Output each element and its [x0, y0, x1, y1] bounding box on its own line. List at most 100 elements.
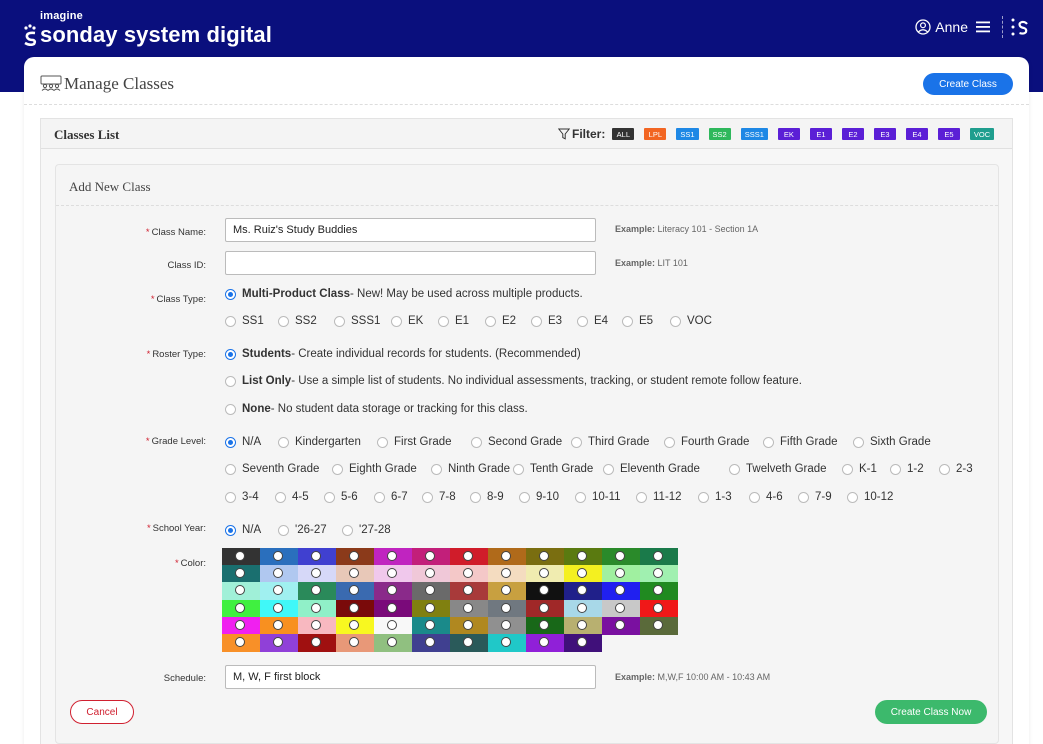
- color-radio[interactable]: [577, 637, 587, 647]
- color-swatch[interactable]: [336, 548, 374, 566]
- radio-selected[interactable]: [225, 348, 236, 360]
- class-name-input[interactable]: Ms. Ruiz's Study Buddies: [225, 218, 596, 242]
- color-radio[interactable]: [577, 585, 587, 596]
- color-radio[interactable]: [273, 637, 283, 647]
- color-radio[interactable]: [539, 619, 549, 630]
- grade-3-4[interactable]: 3-4: [225, 491, 259, 503]
- product-ss2[interactable]: SS2: [278, 315, 317, 327]
- roster-option-list-only[interactable]: List Only - Use a simple list of student…: [225, 375, 802, 387]
- color-radio[interactable]: [349, 637, 359, 647]
- color-swatch[interactable]: [526, 548, 564, 566]
- color-swatch[interactable]: [260, 582, 298, 601]
- color-radio[interactable]: [235, 602, 245, 613]
- color-radio[interactable]: [311, 551, 321, 561]
- color-swatch[interactable]: [488, 548, 526, 566]
- filter-tag-ss2[interactable]: SS2: [708, 128, 731, 140]
- product-e2[interactable]: E2: [485, 315, 516, 327]
- radio[interactable]: [391, 315, 402, 327]
- color-swatch[interactable]: [222, 599, 260, 618]
- color-swatch[interactable]: [602, 599, 640, 618]
- color-swatch[interactable]: [450, 565, 488, 584]
- color-swatch[interactable]: [222, 616, 260, 635]
- radio[interactable]: [622, 315, 633, 327]
- create-class-button[interactable]: Create Class: [923, 73, 1013, 95]
- radio[interactable]: [890, 463, 901, 475]
- color-swatch[interactable]: [298, 616, 336, 635]
- color-radio[interactable]: [235, 637, 245, 647]
- color-swatch[interactable]: [640, 565, 678, 584]
- color-radio[interactable]: [349, 619, 359, 630]
- color-swatch[interactable]: [602, 548, 640, 566]
- radio[interactable]: [798, 491, 809, 503]
- color-swatch[interactable]: [526, 634, 564, 652]
- color-swatch[interactable]: [260, 565, 298, 584]
- color-radio[interactable]: [387, 637, 397, 647]
- radio[interactable]: [275, 491, 286, 503]
- color-radio[interactable]: [425, 551, 435, 561]
- grade-first-grade[interactable]: First Grade: [377, 436, 452, 448]
- color-radio[interactable]: [387, 602, 397, 613]
- radio[interactable]: [471, 436, 482, 448]
- color-swatch[interactable]: [374, 548, 412, 566]
- radio[interactable]: [847, 491, 858, 503]
- color-swatch[interactable]: [336, 565, 374, 584]
- radio[interactable]: [749, 491, 760, 503]
- color-radio[interactable]: [463, 551, 473, 561]
- color-swatch[interactable]: [488, 599, 526, 618]
- color-radio[interactable]: [273, 585, 283, 596]
- radio-selected[interactable]: [225, 524, 236, 536]
- product-voc[interactable]: VOC: [670, 315, 712, 327]
- color-radio[interactable]: [387, 585, 397, 596]
- color-radio[interactable]: [653, 619, 663, 630]
- color-swatch[interactable]: [450, 548, 488, 566]
- color-swatch[interactable]: [412, 634, 450, 652]
- roster-option-students[interactable]: Students - Create individual records for…: [225, 348, 581, 360]
- color-radio[interactable]: [615, 585, 625, 596]
- color-radio[interactable]: [349, 551, 359, 561]
- radio[interactable]: [278, 524, 289, 536]
- grade-5-6[interactable]: 5-6: [324, 491, 358, 503]
- color-swatch[interactable]: [374, 599, 412, 618]
- color-radio[interactable]: [653, 568, 663, 579]
- color-radio[interactable]: [425, 619, 435, 630]
- radio[interactable]: [853, 436, 864, 448]
- radio[interactable]: [278, 315, 289, 327]
- grade-third-grade[interactable]: Third Grade: [571, 436, 649, 448]
- roster-option-none[interactable]: None - No student data storage or tracki…: [225, 403, 528, 415]
- school-year-26-27[interactable]: '26-27: [278, 524, 327, 536]
- color-swatch[interactable]: [260, 599, 298, 618]
- grade-6-7[interactable]: 6-7: [374, 491, 408, 503]
- radio[interactable]: [664, 436, 675, 448]
- color-radio[interactable]: [501, 551, 511, 561]
- color-radio[interactable]: [615, 619, 625, 630]
- color-swatch[interactable]: [412, 599, 450, 618]
- color-radio[interactable]: [425, 637, 435, 647]
- color-swatch[interactable]: [526, 582, 564, 601]
- grade-2-3[interactable]: 2-3: [939, 463, 973, 475]
- color-swatch[interactable]: [336, 634, 374, 652]
- radio[interactable]: [225, 491, 236, 503]
- grade-1-2[interactable]: 1-2: [890, 463, 924, 475]
- color-radio[interactable]: [235, 568, 245, 579]
- filter-tag-e2[interactable]: E2: [841, 128, 864, 140]
- color-swatch[interactable]: [374, 634, 412, 652]
- grade-seventh-grade[interactable]: Seventh Grade: [225, 463, 319, 475]
- color-radio[interactable]: [539, 637, 549, 647]
- radio[interactable]: [842, 463, 853, 475]
- sonday-s-icon[interactable]: [1011, 17, 1029, 37]
- color-radio[interactable]: [501, 602, 511, 613]
- radio[interactable]: [334, 315, 345, 327]
- radio[interactable]: [729, 463, 740, 475]
- color-radio[interactable]: [235, 585, 245, 596]
- school-year-na[interactable]: N/A: [225, 524, 261, 536]
- radio[interactable]: [939, 463, 950, 475]
- radio[interactable]: [438, 315, 449, 327]
- color-swatch[interactable]: [640, 548, 678, 566]
- color-radio[interactable]: [273, 551, 283, 561]
- color-radio[interactable]: [387, 619, 397, 630]
- color-radio[interactable]: [425, 585, 435, 596]
- color-swatch[interactable]: [260, 634, 298, 652]
- color-radio[interactable]: [311, 637, 321, 647]
- user-icon[interactable]: [915, 19, 931, 35]
- color-swatch[interactable]: [450, 599, 488, 618]
